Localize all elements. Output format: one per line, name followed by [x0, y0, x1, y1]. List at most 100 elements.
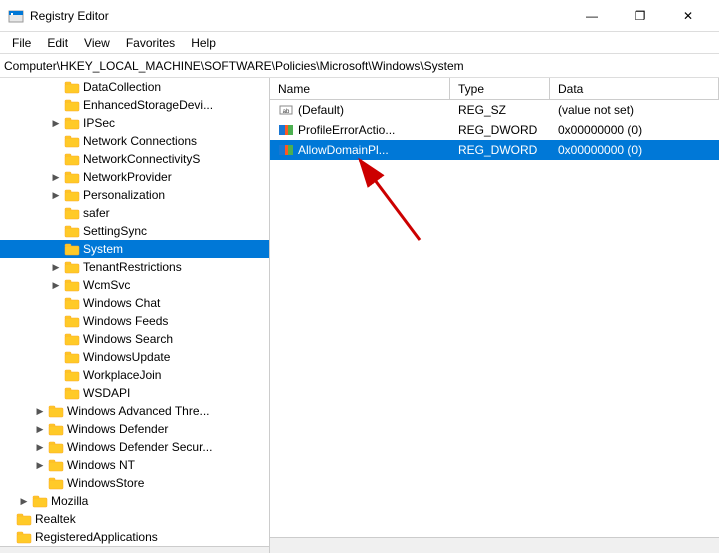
- tree-item-networkprovider[interactable]: ▶ NetworkProvider: [0, 168, 269, 186]
- expand-icon-windowsadvthr[interactable]: ▶: [32, 403, 48, 419]
- folder-icon-networkconnections: [64, 133, 80, 149]
- column-headers: Name Type Data: [270, 78, 719, 100]
- tree-label-windowsdefendersecur: Windows Defender Secur...: [67, 440, 212, 454]
- tree-panel[interactable]: DataCollection EnhancedStorageDevi... ▶ IPS…: [0, 78, 270, 553]
- maximize-button[interactable]: ❐: [617, 4, 663, 28]
- reg-type-default: REG_SZ: [450, 101, 550, 119]
- tree-item-windowschat[interactable]: Windows Chat: [0, 294, 269, 312]
- folder-icon-networkprovider: [64, 169, 80, 185]
- tree-item-workplacejoin[interactable]: WorkplaceJoin: [0, 366, 269, 384]
- tree-item-networkconnections[interactable]: Network Connections: [0, 132, 269, 150]
- folder-icon-windowsdefendersecur: [48, 439, 64, 455]
- reg-type-allowdomainpl: REG_DWORD: [450, 141, 550, 159]
- reg-data-profileerror: 0x00000000 (0): [550, 121, 719, 139]
- title-controls: — ❐ ✕: [569, 4, 711, 28]
- address-text: Computer\HKEY_LOCAL_MACHINE\SOFTWARE\Pol…: [4, 59, 464, 73]
- tree-item-windowsdefender[interactable]: ▶ Windows Defender: [0, 420, 269, 438]
- tree-hscrollbar[interactable]: [0, 546, 269, 553]
- tree-label-windowsupdate: WindowsUpdate: [83, 350, 170, 364]
- folder-icon-personalization: [64, 187, 80, 203]
- folder-icon-system: [64, 241, 80, 257]
- tree-item-windowsfeeds[interactable]: Windows Feeds: [0, 312, 269, 330]
- reg-name-default: ab(Default): [270, 100, 450, 120]
- tree-label-system: System: [83, 242, 123, 256]
- bottom-scrollbar[interactable]: [270, 537, 719, 553]
- app-icon: [8, 8, 24, 24]
- reg-icon-profileerror: [278, 122, 294, 138]
- expand-icon-networkprovider[interactable]: ▶: [48, 169, 64, 185]
- tree-label-settingsync: SettingSync: [83, 224, 147, 238]
- tree-label-personalization: Personalization: [83, 188, 165, 202]
- tree-label-networkconnectivitys: NetworkConnectivityS: [83, 152, 200, 166]
- tree-item-windowsstore[interactable]: WindowsStore: [0, 474, 269, 492]
- tree-item-safer[interactable]: safer: [0, 204, 269, 222]
- tree-item-windowsadvthr[interactable]: ▶Windows Advanced Thre...: [0, 402, 269, 420]
- menu-favorites[interactable]: Favorites: [118, 34, 183, 52]
- right-panel: Name Type Data ab(Default)REG_SZ(value n…: [270, 78, 719, 553]
- col-header-data: Data: [550, 78, 719, 99]
- tree-item-datacollection[interactable]: DataCollection: [0, 78, 269, 96]
- minimize-button[interactable]: —: [569, 4, 615, 28]
- tree-item-enhancedstorage[interactable]: EnhancedStorageDevi...: [0, 96, 269, 114]
- reg-row-profileerror[interactable]: ProfileErrorActio...REG_DWORD0x00000000 …: [270, 120, 719, 140]
- tree-label-windowsdefender: Windows Defender: [67, 422, 168, 436]
- menu-view[interactable]: View: [76, 34, 118, 52]
- folder-icon-wcmsvc: [64, 277, 80, 293]
- expand-icon-tenantrestrictions[interactable]: ▶: [48, 259, 64, 275]
- folder-icon-tenantrestrictions: [64, 259, 80, 275]
- reg-data-allowdomainpl: 0x00000000 (0): [550, 141, 719, 159]
- menu-file[interactable]: File: [4, 34, 39, 52]
- folder-icon-realtek: [16, 511, 32, 527]
- tree-label-networkprovider: NetworkProvider: [83, 170, 172, 184]
- reg-name-text-allowdomainpl: AllowDomainPl...: [298, 143, 389, 157]
- tree-label-networkconnections: Network Connections: [83, 134, 197, 148]
- reg-icon-allowdomainpl: [278, 142, 294, 158]
- tree-label-windowschat: Windows Chat: [83, 296, 160, 310]
- folder-icon-safer: [64, 205, 80, 221]
- tree-item-settingsync[interactable]: SettingSync: [0, 222, 269, 240]
- expand-icon-personalization[interactable]: ▶: [48, 187, 64, 203]
- expand-icon-safer: [48, 205, 64, 221]
- tree-item-windowsnt[interactable]: ▶Windows NT: [0, 456, 269, 474]
- expand-icon-windowsnt[interactable]: ▶: [32, 457, 48, 473]
- folder-icon-settingsync: [64, 223, 80, 239]
- tree-item-system[interactable]: System: [0, 240, 269, 258]
- tree-item-windowsdefendersecur[interactable]: ▶ Windows Defender Secur...: [0, 438, 269, 456]
- tree-item-networkconnectivitys[interactable]: NetworkConnectivityS: [0, 150, 269, 168]
- expand-icon-workplacejoin: [48, 367, 64, 383]
- title-text: Registry Editor: [30, 9, 109, 23]
- close-button[interactable]: ✕: [665, 4, 711, 28]
- expand-icon-windowssearch: [48, 331, 64, 347]
- tree-label-enhancedstorage: EnhancedStorageDevi...: [83, 98, 213, 112]
- expand-icon-ipsec[interactable]: ▶: [48, 115, 64, 131]
- expand-icon-wcmsvc[interactable]: ▶: [48, 277, 64, 293]
- tree-item-windowsupdate[interactable]: WindowsUpdate: [0, 348, 269, 366]
- folder-icon-enhancedstorage: [64, 97, 80, 113]
- tree-item-mozilla[interactable]: ▶Mozilla: [0, 492, 269, 510]
- expand-icon-settingsync: [48, 223, 64, 239]
- menu-help[interactable]: Help: [183, 34, 224, 52]
- tree-label-workplacejoin: WorkplaceJoin: [83, 368, 161, 382]
- expand-icon-mozilla[interactable]: ▶: [16, 493, 32, 509]
- folder-icon-windowschat: [64, 295, 80, 311]
- tree-item-tenantrestrictions[interactable]: ▶ TenantRestrictions: [0, 258, 269, 276]
- menu-edit[interactable]: Edit: [39, 34, 76, 52]
- tree-label-ipsec: IPSec: [83, 116, 115, 130]
- tree-item-wcmsvc[interactable]: ▶WcmSvc: [0, 276, 269, 294]
- reg-type-profileerror: REG_DWORD: [450, 121, 550, 139]
- folder-icon-windowsadvthr: [48, 403, 64, 419]
- tree-item-wsdapi[interactable]: WSDAPI: [0, 384, 269, 402]
- expand-icon-enhancedstorage: [48, 97, 64, 113]
- tree-item-ipsec[interactable]: ▶ IPSec: [0, 114, 269, 132]
- tree-label-tenantrestrictions: TenantRestrictions: [83, 260, 182, 274]
- registry-body[interactable]: ab(Default)REG_SZ(value not set)ProfileE…: [270, 100, 719, 537]
- tree-item-registeredapplications[interactable]: RegisteredApplications: [0, 528, 269, 546]
- tree-item-windowssearch[interactable]: Windows Search: [0, 330, 269, 348]
- expand-icon-windowsdefendersecur[interactable]: ▶: [32, 439, 48, 455]
- reg-row-default[interactable]: ab(Default)REG_SZ(value not set): [270, 100, 719, 120]
- expand-icon-windowsdefender[interactable]: ▶: [32, 421, 48, 437]
- reg-row-allowdomainpl[interactable]: AllowDomainPl... REG_DWORD0x00000000 (0): [270, 140, 719, 160]
- expand-icon-realtek: [0, 511, 16, 527]
- tree-item-personalization[interactable]: ▶ Personalization: [0, 186, 269, 204]
- tree-item-realtek[interactable]: Realtek: [0, 510, 269, 528]
